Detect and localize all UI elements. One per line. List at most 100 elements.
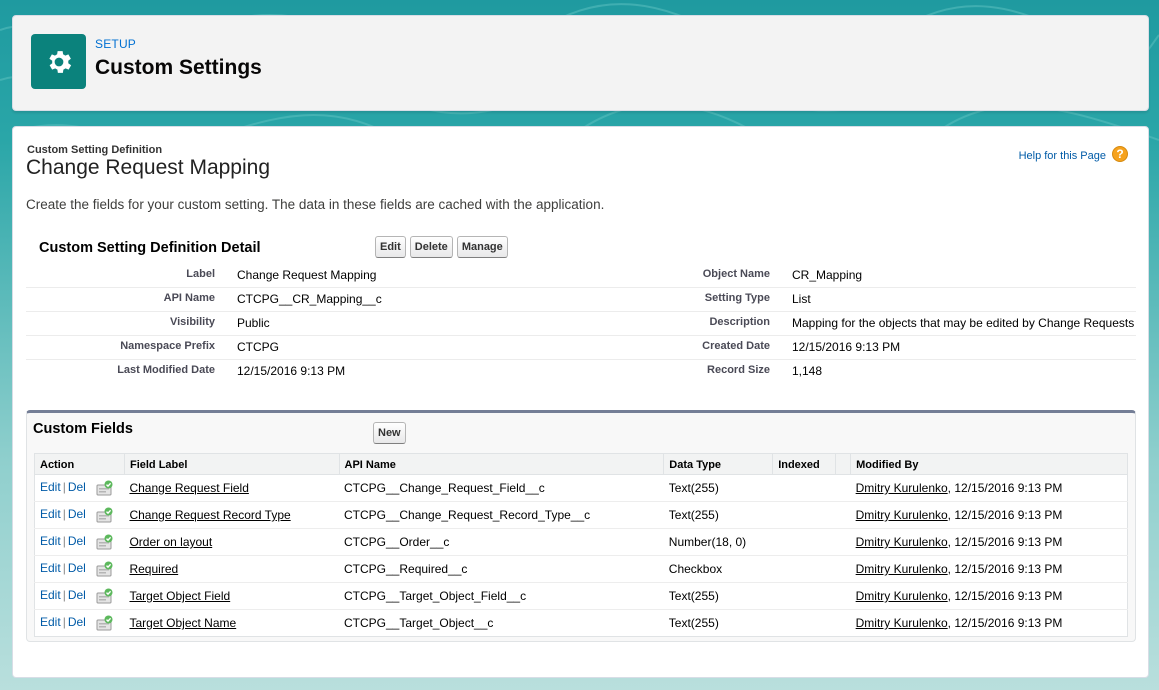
detail-row: Visibility Public Description Mapping for t… xyxy=(26,311,1136,336)
help-link-container: Help for this Page ? xyxy=(1019,146,1128,162)
detail-label: Record Size xyxy=(707,364,770,376)
indexed-cell xyxy=(772,555,836,583)
del-link[interactable]: Del xyxy=(68,615,86,629)
field-label-cell: Order on layout xyxy=(124,528,339,556)
detail-table: Label Change Request Mapping Object Name CR… xyxy=(26,264,1136,383)
api-name-cell: CTCPG__Target_Object__c xyxy=(344,616,494,630)
modified-by-user-link[interactable]: Dmitry Kurulenko xyxy=(856,589,948,603)
action-cell: Edit | Del xyxy=(35,610,125,637)
edit-link[interactable]: Edit xyxy=(40,615,61,629)
field-label-link[interactable]: Order on layout xyxy=(129,535,212,549)
detail-label: Description xyxy=(549,311,792,336)
detail-button-bar: Edit Delete Manage xyxy=(375,236,508,258)
modified-by-user-link[interactable]: Dmitry Kurulenko xyxy=(856,562,948,576)
page-description: Create the fields for your custom settin… xyxy=(26,197,605,212)
action-separator: | xyxy=(62,534,66,549)
custom-field-icon xyxy=(96,480,114,496)
detail-row: API Name CTCPG__CR_Mapping__c Setting Type… xyxy=(26,287,1136,312)
field-label-link[interactable]: Target Object Name xyxy=(129,616,236,630)
field-label-cell: Required xyxy=(124,555,339,583)
delete-button[interactable]: Delete xyxy=(409,236,453,258)
modified-by-cell: Dmitry Kurulenko, 12/15/2016 9:13 PM xyxy=(850,555,1128,583)
modified-date: , 12/15/2016 9:13 PM xyxy=(947,481,1063,495)
modified-by-user-link[interactable]: Dmitry Kurulenko xyxy=(856,481,948,495)
custom-fields-table: Action Field Label API Name Data Type In… xyxy=(34,453,1128,637)
detail-section-title: Custom Setting Definition Detail xyxy=(39,240,261,256)
del-link[interactable]: Del xyxy=(68,534,86,548)
field-label-link[interactable]: Change Request Record Type xyxy=(129,508,290,522)
table-header-row: Action Field Label API Name Data Type In… xyxy=(34,453,1128,475)
breadcrumb[interactable]: SETUP xyxy=(95,37,136,51)
custom-field-icon xyxy=(96,615,114,631)
del-link[interactable]: Del xyxy=(68,480,86,494)
custom-fields-title: Custom Fields xyxy=(33,421,133,437)
column-header-api-name[interactable]: API Name xyxy=(338,453,664,475)
help-icon[interactable]: ? xyxy=(1112,146,1128,162)
field-label-cell: Target Object Name xyxy=(124,610,339,637)
field-label-link[interactable]: Required xyxy=(129,562,178,576)
action-separator: | xyxy=(62,480,66,495)
modified-by-cell: Dmitry Kurulenko, 12/15/2016 9:13 PM xyxy=(851,610,1128,637)
detail-value: 12/15/2016 9:13 PM xyxy=(237,364,346,378)
custom-field-icon xyxy=(96,507,114,523)
edit-button[interactable]: Edit xyxy=(375,236,406,258)
custom-field-icon xyxy=(96,534,114,550)
indexed-cell xyxy=(772,582,836,610)
modified-by-user-link[interactable]: Dmitry Kurulenko xyxy=(856,535,948,549)
column-header-field-label[interactable]: Field Label xyxy=(123,453,339,475)
manage-button[interactable]: Manage xyxy=(456,236,508,258)
modified-date: , 12/15/2016 9:13 PM xyxy=(947,535,1063,549)
detail-label: Created Date xyxy=(549,335,792,360)
detail-value: CTCPG__CR_Mapping__c xyxy=(237,287,549,312)
edit-link[interactable]: Edit xyxy=(40,507,61,521)
action-separator: | xyxy=(62,507,66,522)
table-row: Edit | Del Target Object Field CTCPG__Target… xyxy=(34,582,1128,610)
api-name-cell: CTCPG__Order__c xyxy=(339,528,664,556)
page-title: Custom Settings xyxy=(95,56,262,79)
modified-by-cell: Dmitry Kurulenko, 12/15/2016 9:13 PM xyxy=(850,474,1128,502)
field-label-link[interactable]: Change Request Field xyxy=(129,481,248,495)
action-cell: Edit | Del xyxy=(34,555,125,583)
del-link[interactable]: Del xyxy=(68,507,86,521)
del-link[interactable]: Del xyxy=(68,561,86,575)
indexed-cell xyxy=(772,474,836,502)
spacer-cell xyxy=(836,610,851,637)
data-type-cell: Text(255) xyxy=(663,582,773,610)
modified-by-user-link[interactable]: Dmitry Kurulenko xyxy=(856,508,948,522)
action-separator: | xyxy=(62,561,66,576)
field-label-cell: Change Request Record Type xyxy=(124,501,339,529)
del-link[interactable]: Del xyxy=(68,588,86,602)
page-header: SETUP Custom Settings xyxy=(12,15,1149,111)
custom-fields-section: Custom Fields New Action Field Label API… xyxy=(26,410,1136,642)
edit-link[interactable]: Edit xyxy=(40,561,61,575)
action-separator: | xyxy=(62,615,66,630)
column-header-modified-by[interactable]: Modified By xyxy=(850,453,1128,475)
gear-icon xyxy=(31,34,86,89)
spacer-cell xyxy=(835,528,851,556)
detail-value: Public xyxy=(237,311,549,336)
spacer-cell xyxy=(835,555,851,583)
detail-value: 12/15/2016 9:13 PM xyxy=(792,335,1136,360)
help-link[interactable]: Help for this Page xyxy=(1019,150,1106,162)
api-name-cell: CTCPG__Required__c xyxy=(339,555,664,583)
modified-by-cell: Dmitry Kurulenko, 12/15/2016 9:13 PM xyxy=(850,528,1128,556)
column-header-indexed[interactable]: Indexed xyxy=(772,453,836,475)
detail-label: Visibility xyxy=(26,311,237,336)
action-cell: Edit | Del xyxy=(34,528,125,556)
edit-link[interactable]: Edit xyxy=(40,480,61,494)
custom-field-icon xyxy=(96,561,114,577)
detail-label: Label xyxy=(26,264,237,288)
field-label-link[interactable]: Target Object Field xyxy=(129,589,230,603)
modified-date: , 12/15/2016 9:13 PM xyxy=(947,508,1063,522)
modified-date: , 12/15/2016 9:13 PM xyxy=(947,562,1063,576)
modified-by-cell: Dmitry Kurulenko, 12/15/2016 9:13 PM xyxy=(850,501,1128,529)
action-cell: Edit | Del xyxy=(34,501,125,529)
edit-link[interactable]: Edit xyxy=(40,534,61,548)
edit-link[interactable]: Edit xyxy=(40,588,61,602)
modified-date: , 12/15/2016 9:13 PM xyxy=(947,589,1063,603)
column-header-data-type[interactable]: Data Type xyxy=(663,453,773,475)
new-field-button[interactable]: New xyxy=(373,422,406,444)
modified-by-user-link[interactable]: Dmitry Kurulenko xyxy=(856,616,948,630)
api-name-cell: CTCPG__Target_Object_Field__c xyxy=(339,582,664,610)
detail-row: Label Change Request Mapping Object Name CR… xyxy=(26,264,1136,288)
